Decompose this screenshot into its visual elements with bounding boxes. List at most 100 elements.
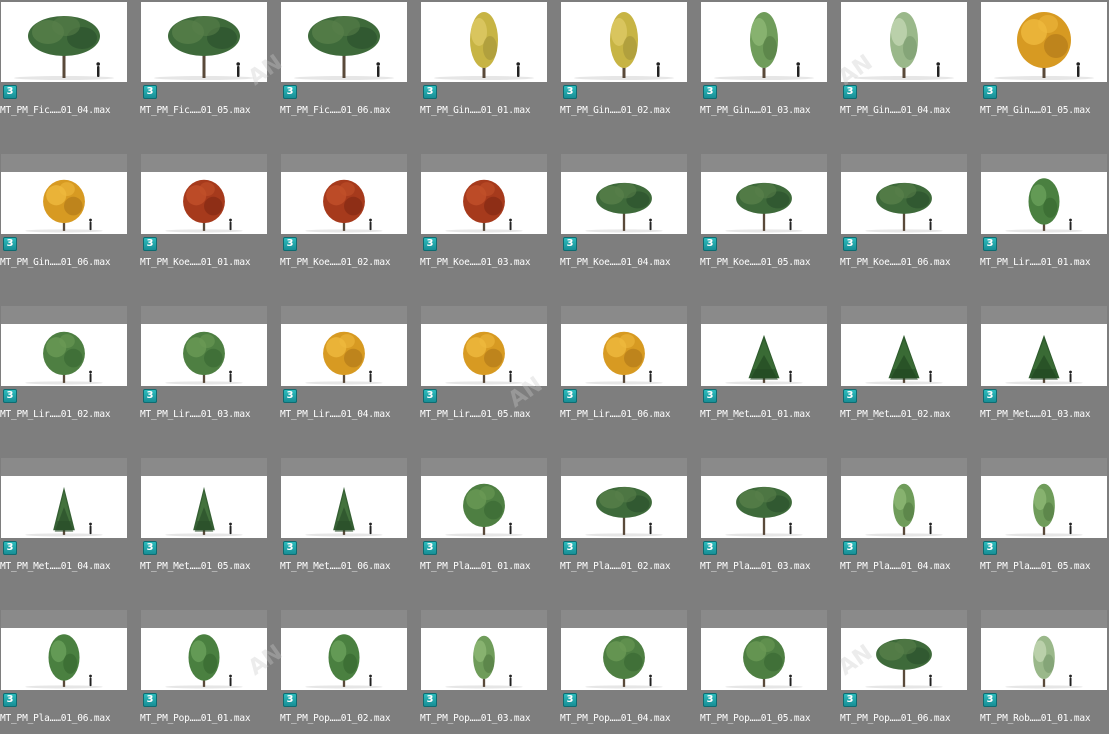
- tree-render-image: [994, 12, 1094, 80]
- tree-thumbnail[interactable]: [841, 610, 967, 690]
- 3dsmax-icon: 3: [703, 693, 717, 707]
- tree-thumbnail[interactable]: [141, 306, 267, 386]
- tree-thumbnail[interactable]: [1, 306, 127, 386]
- file-tile[interactable]: 3 MT_PM_Met……01_05.max: [140, 458, 267, 588]
- tree-render-image: [585, 635, 663, 689]
- file-tile[interactable]: 3 MT_PM_Met……01_01.max: [700, 306, 827, 436]
- tree-thumbnail[interactable]: [1, 458, 127, 538]
- 3dsmax-icon: 3: [283, 237, 297, 251]
- tree-thumbnail[interactable]: [1, 2, 127, 82]
- file-tile[interactable]: 3 MT_PM_Lir……01_01.max: [980, 154, 1107, 284]
- tree-thumbnail[interactable]: [701, 306, 827, 386]
- file-tile[interactable]: 3 MT_PM_Pla……01_01.max: [420, 458, 547, 588]
- tree-thumbnail[interactable]: [1, 154, 127, 234]
- tree-render-image: [305, 331, 383, 385]
- file-tile[interactable]: 3 MT_PM_Lir……01_03.max: [140, 306, 267, 436]
- tree-thumbnail[interactable]: [281, 154, 407, 234]
- file-name-label: MT_PM_Fic……01_05.max: [140, 105, 251, 116]
- file-tile[interactable]: 3 MT_PM_Koe……01_01.max: [140, 154, 267, 284]
- file-tile[interactable]: 3 MT_PM_Koe……01_05.max: [700, 154, 827, 284]
- file-tile[interactable]: 3 MT_PM_Pop……01_04.max: [560, 610, 687, 734]
- file-tile[interactable]: 3 MT_PM_Gin……01_02.max: [560, 2, 687, 132]
- file-tile[interactable]: 3 MT_PM_Fic……01_04.max: [0, 2, 127, 132]
- file-tile[interactable]: 3 MT_PM_Lir……01_02.max: [0, 306, 127, 436]
- tree-render-image: [445, 179, 523, 233]
- tree-thumbnail[interactable]: [1, 610, 127, 690]
- file-tile[interactable]: 3 MT_PM_Pop……01_03.max: [420, 610, 547, 734]
- file-name-label: MT_PM_Met……01_04.max: [0, 561, 111, 572]
- file-tile[interactable]: 3 MT_PM_Met……01_06.max: [280, 458, 407, 588]
- file-tile[interactable]: 3 MT_PM_Met……01_02.max: [840, 306, 967, 436]
- tree-thumbnail[interactable]: [421, 610, 547, 690]
- file-tile[interactable]: 3 MT_PM_Lir……01_04.max: [280, 306, 407, 436]
- tree-thumbnail[interactable]: [281, 306, 407, 386]
- file-tile[interactable]: 3 MT_PM_Met……01_03.max: [980, 306, 1107, 436]
- tree-thumbnail[interactable]: [561, 2, 687, 82]
- tree-thumbnail[interactable]: [421, 458, 547, 538]
- file-tile[interactable]: 3 MT_PM_Pla……01_04.max: [840, 458, 967, 588]
- tree-thumbnail[interactable]: [141, 458, 267, 538]
- tree-render-image: [865, 638, 943, 689]
- file-name-label: MT_PM_Met……01_02.max: [840, 409, 951, 420]
- tree-thumbnail[interactable]: [281, 2, 407, 82]
- file-tile[interactable]: 3 MT_PM_Pla……01_06.max: [0, 610, 127, 734]
- tree-thumbnail[interactable]: [981, 154, 1107, 234]
- file-tile[interactable]: 3 MT_PM_Met……01_04.max: [0, 458, 127, 588]
- tree-thumbnail[interactable]: [141, 610, 267, 690]
- tree-thumbnail[interactable]: [281, 458, 407, 538]
- tree-thumbnail[interactable]: [561, 154, 687, 234]
- file-tile[interactable]: 3 MT_PM_Pla……01_03.max: [700, 458, 827, 588]
- file-tile[interactable]: 3 MT_PM_Koe……01_02.max: [280, 154, 407, 284]
- tree-thumbnail[interactable]: [561, 610, 687, 690]
- file-tile[interactable]: 3 MT_PM_Lir……01_05.max: [420, 306, 547, 436]
- tree-thumbnail[interactable]: [701, 610, 827, 690]
- file-tile[interactable]: 3 MT_PM_Pop……01_05.max: [700, 610, 827, 734]
- file-tile[interactable]: 3 MT_PM_Pla……01_05.max: [980, 458, 1107, 588]
- file-tile[interactable]: 3 MT_PM_Gin……01_03.max: [700, 2, 827, 132]
- file-tile[interactable]: 3 MT_PM_Gin……01_01.max: [420, 2, 547, 132]
- tree-thumbnail[interactable]: [561, 458, 687, 538]
- tree-render-image: [865, 334, 943, 385]
- tree-thumbnail[interactable]: [841, 154, 967, 234]
- tree-thumbnail[interactable]: [281, 610, 407, 690]
- 3dsmax-icon: 3: [143, 237, 157, 251]
- tree-thumbnail[interactable]: [841, 306, 967, 386]
- 3dsmax-icon: 3: [423, 85, 437, 99]
- 3dsmax-icon: 3: [983, 389, 997, 403]
- file-tile[interactable]: 3 MT_PM_Koe……01_04.max: [560, 154, 687, 284]
- file-name-label: MT_PM_Koe……01_03.max: [420, 257, 531, 268]
- tree-thumbnail[interactable]: [841, 458, 967, 538]
- file-tile[interactable]: 3 MT_PM_Koe……01_03.max: [420, 154, 547, 284]
- tree-thumbnail[interactable]: [981, 610, 1107, 690]
- tree-thumbnail[interactable]: [141, 2, 267, 82]
- file-tile[interactable]: 3 MT_PM_Fic……01_05.max: [140, 2, 267, 132]
- tree-render-image: [445, 635, 523, 689]
- tree-thumbnail[interactable]: [841, 2, 967, 82]
- tree-thumbnail[interactable]: [421, 2, 547, 82]
- file-name-label: MT_PM_Rob……01_01.max: [980, 713, 1091, 724]
- file-name-label: MT_PM_Koe……01_05.max: [700, 257, 811, 268]
- tree-thumbnail[interactable]: [701, 154, 827, 234]
- tree-thumbnail[interactable]: [421, 154, 547, 234]
- tree-thumbnail[interactable]: [981, 306, 1107, 386]
- tree-thumbnail[interactable]: [981, 458, 1107, 538]
- file-tile[interactable]: 3 MT_PM_Rob……01_01.max: [980, 610, 1107, 734]
- tree-thumbnail[interactable]: [421, 306, 547, 386]
- file-tile[interactable]: 3 MT_PM_Pop……01_01.max: [140, 610, 267, 734]
- file-tile[interactable]: 3 MT_PM_Gin……01_05.max: [980, 2, 1107, 132]
- file-tile[interactable]: 3 MT_PM_Gin……01_06.max: [0, 154, 127, 284]
- tree-thumbnail[interactable]: [701, 2, 827, 82]
- file-tile[interactable]: 3 MT_PM_Gin……01_04.max: [840, 2, 967, 132]
- file-tile[interactable]: 3 MT_PM_Pop……01_06.max: [840, 610, 967, 734]
- tree-thumbnail[interactable]: [561, 306, 687, 386]
- file-name-label: MT_PM_Koe……01_04.max: [560, 257, 671, 268]
- tree-thumbnail[interactable]: [981, 2, 1107, 82]
- tree-thumbnail[interactable]: [701, 458, 827, 538]
- tree-thumbnail[interactable]: [141, 154, 267, 234]
- file-tile[interactable]: 3 MT_PM_Lir……01_06.max: [560, 306, 687, 436]
- file-tile[interactable]: 3 MT_PM_Koe……01_06.max: [840, 154, 967, 284]
- file-name-label: MT_PM_Pla……01_05.max: [980, 561, 1091, 572]
- file-tile[interactable]: 3 MT_PM_Fic……01_06.max: [280, 2, 407, 132]
- file-tile[interactable]: 3 MT_PM_Pla……01_02.max: [560, 458, 687, 588]
- file-tile[interactable]: 3 MT_PM_Pop……01_02.max: [280, 610, 407, 734]
